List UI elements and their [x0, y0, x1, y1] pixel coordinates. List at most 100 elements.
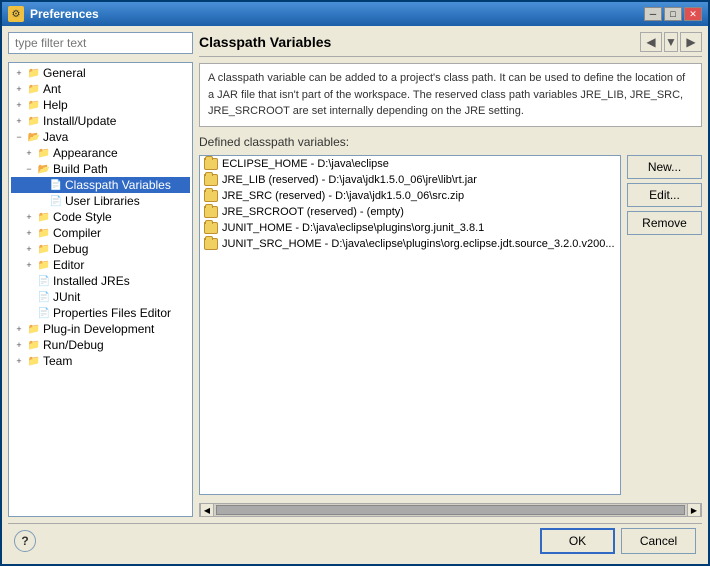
right-panel: Classpath Variables ◀ ▼ ▶ A classpath va… — [199, 32, 702, 517]
folder-icon-debug: 📁 — [37, 242, 51, 256]
folder-icon-eclipse-home — [204, 158, 218, 170]
expander-debug: + — [23, 243, 35, 255]
folder-icon-installupdate: 📁 — [27, 114, 41, 128]
sidebar-item-label: User Libraries — [65, 194, 140, 208]
variable-buttons: New... Edit... Remove — [627, 155, 702, 496]
window-controls: ─ □ ✕ — [644, 7, 702, 21]
remove-button[interactable]: Remove — [627, 211, 702, 235]
expander-junit — [23, 291, 35, 303]
expander-classpathvariables — [35, 179, 47, 191]
variable-label: JRE_SRC (reserved) - D:\java\jdk1.5.0_06… — [222, 190, 464, 202]
variable-item-junit-src-home[interactable]: JUNIT_SRC_HOME - D:\java\eclipse\plugins… — [200, 236, 620, 252]
variables-list: ECLIPSE_HOME - D:\java\eclipse JRE_LIB (… — [199, 155, 621, 496]
back-button[interactable]: ◀ — [640, 32, 662, 52]
variable-label: JUNIT_SRC_HOME - D:\java\eclipse\plugins… — [222, 238, 615, 250]
sidebar-item-label: Build Path — [53, 162, 108, 176]
variable-item-jre-lib[interactable]: JRE_LIB (reserved) - D:\java\jdk1.5.0_06… — [200, 172, 620, 188]
sidebar-item-java[interactable]: − 📂 Java — [11, 129, 190, 145]
page-icon-userlibraries: 📄 — [49, 194, 63, 208]
maximize-button[interactable]: □ — [664, 7, 682, 21]
scroll-right-button[interactable]: ▶ — [687, 503, 701, 517]
window-icon: ⚙ — [8, 6, 24, 22]
page-icon-installedjres: 📄 — [37, 274, 51, 288]
variable-item-eclipse-home[interactable]: ECLIPSE_HOME - D:\java\eclipse — [200, 156, 620, 172]
folder-icon-ant: 📁 — [27, 82, 41, 96]
expander-appearance: + — [23, 147, 35, 159]
sidebar-item-help[interactable]: + 📁 Help — [11, 97, 190, 113]
main-content: + 📁 General + 📁 Ant + 📁 Help — [8, 32, 702, 517]
variables-label: Defined classpath variables: — [199, 135, 702, 149]
sidebar-item-junit[interactable]: 📄 JUnit — [11, 289, 190, 305]
scroll-thumb[interactable] — [216, 505, 685, 515]
folder-icon-editor: 📁 — [37, 258, 51, 272]
ok-button[interactable]: OK — [540, 528, 615, 554]
minimize-button[interactable]: ─ — [644, 7, 662, 21]
sidebar-item-label: General — [43, 66, 86, 80]
expander-buildpath: − — [23, 163, 35, 175]
variable-item-jre-src[interactable]: JRE_SRC (reserved) - D:\java\jdk1.5.0_06… — [200, 188, 620, 204]
cancel-button[interactable]: Cancel — [621, 528, 696, 554]
tree-container: + 📁 General + 📁 Ant + 📁 Help — [8, 62, 193, 517]
variable-item-junit-home[interactable]: JUNIT_HOME - D:\java\eclipse\plugins\org… — [200, 220, 620, 236]
sidebar-item-general[interactable]: + 📁 General — [11, 65, 190, 81]
sidebar-item-label: JUnit — [53, 290, 80, 304]
description-box: A classpath variable can be added to a p… — [199, 63, 702, 127]
sidebar-item-label: Editor — [53, 258, 84, 272]
nav-dropdown-button[interactable]: ▼ — [664, 32, 678, 52]
sidebar-item-label: Debug — [53, 242, 88, 256]
edit-button[interactable]: Edit... — [627, 183, 702, 207]
folder-icon-jre-src — [204, 190, 218, 202]
expander-team: + — [13, 355, 25, 367]
sidebar-item-codestyle[interactable]: + 📁 Code Style — [11, 209, 190, 225]
help-button[interactable]: ? — [14, 530, 36, 552]
sidebar-item-appearance[interactable]: + 📁 Appearance — [11, 145, 190, 161]
sidebar-item-buildpath[interactable]: − 📂 Build Path — [11, 161, 190, 177]
forward-button[interactable]: ▶ — [680, 32, 702, 52]
folder-icon-junit-home — [204, 222, 218, 234]
folder-icon-rundebug: 📁 — [27, 338, 41, 352]
variable-label: JRE_SRCROOT (reserved) - (empty) — [222, 206, 404, 218]
variable-label: JRE_LIB (reserved) - D:\java\jdk1.5.0_06… — [222, 174, 477, 186]
sidebar-item-label: Installed JREs — [53, 274, 130, 288]
expander-editor: + — [23, 259, 35, 271]
close-button[interactable]: ✕ — [684, 7, 702, 21]
sidebar-item-team[interactable]: + 📁 Team — [11, 353, 190, 369]
sidebar-item-compiler[interactable]: + 📁 Compiler — [11, 225, 190, 241]
right-header: Classpath Variables ◀ ▼ ▶ — [199, 32, 702, 57]
filter-input[interactable] — [8, 32, 193, 54]
expander-java: − — [13, 131, 25, 143]
sidebar-item-propertieseditor[interactable]: 📄 Properties Files Editor — [11, 305, 190, 321]
expander-help: + — [13, 99, 25, 111]
page-icon-junit: 📄 — [37, 290, 51, 304]
folder-icon-general: 📁 — [27, 66, 41, 80]
new-button[interactable]: New... — [627, 155, 702, 179]
expander-rundebug: + — [13, 339, 25, 351]
sidebar-item-installerupdate[interactable]: + 📁 Install/Update — [11, 113, 190, 129]
sidebar-item-rundebug[interactable]: + 📁 Run/Debug — [11, 337, 190, 353]
scroll-left-button[interactable]: ◀ — [200, 503, 214, 517]
sidebar-item-userlibraries[interactable]: 📄 User Libraries — [11, 193, 190, 209]
variable-item-jre-srcroot[interactable]: JRE_SRCROOT (reserved) - (empty) — [200, 204, 620, 220]
variables-panel: ECLIPSE_HOME - D:\java\eclipse JRE_LIB (… — [199, 155, 702, 496]
sidebar-item-ant[interactable]: + 📁 Ant — [11, 81, 190, 97]
preferences-window: ⚙ Preferences ─ □ ✕ + 📁 General — [0, 0, 710, 566]
sidebar-item-debug[interactable]: + 📁 Debug — [11, 241, 190, 257]
expander-installupdate: + — [13, 115, 25, 127]
sidebar-item-plugindevelopment[interactable]: + 📁 Plug-in Development — [11, 321, 190, 337]
folder-icon-codestyle: 📁 — [37, 210, 51, 224]
sidebar-item-editor[interactable]: + 📁 Editor — [11, 257, 190, 273]
expander-general: + — [13, 67, 25, 79]
horizontal-scrollbar: ◀ ▶ — [199, 503, 702, 517]
description-text: A classpath variable can be added to a p… — [208, 72, 685, 117]
page-title: Classpath Variables — [199, 34, 331, 50]
variable-label: ECLIPSE_HOME - D:\java\eclipse — [222, 158, 389, 170]
sidebar-item-installedjres[interactable]: 📄 Installed JREs — [11, 273, 190, 289]
content-area: + 📁 General + 📁 Ant + 📁 Help — [2, 26, 708, 564]
expander-compiler: + — [23, 227, 35, 239]
folder-icon-buildpath: 📂 — [37, 162, 51, 176]
sidebar-item-classpathvariables[interactable]: 📄 Classpath Variables — [11, 177, 190, 193]
dialog-buttons: OK Cancel — [540, 528, 696, 554]
sidebar-item-label: Classpath Variables — [65, 178, 171, 192]
folder-icon-java: 📂 — [27, 130, 41, 144]
sidebar-item-label: Compiler — [53, 226, 101, 240]
